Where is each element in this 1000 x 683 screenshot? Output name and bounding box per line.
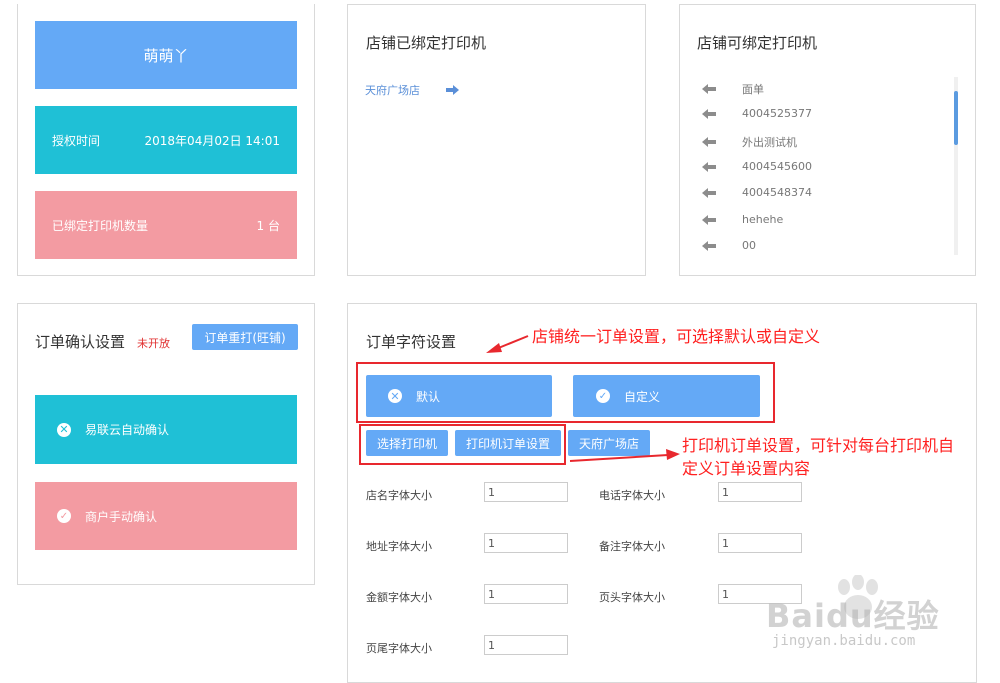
annotation-arrows	[486, 335, 680, 462]
watermark-brand: Baidu经验	[766, 597, 940, 635]
watermark-url: jingyan.baidu.com	[772, 633, 916, 649]
annotation-arrow-1	[486, 335, 529, 353]
watermark: Baidu经验 jingyan.baidu.com	[760, 575, 992, 655]
annotation-arrow-2	[569, 449, 680, 462]
annotation-note-2-line-1: 打印机订单设置，可针对每台打印机自	[682, 436, 955, 455]
annotation-note-2-line-2: 定义订单设置内容	[682, 459, 811, 478]
annotation-note-1: 店铺统一订单设置，可选择默认或自定义	[532, 327, 821, 346]
